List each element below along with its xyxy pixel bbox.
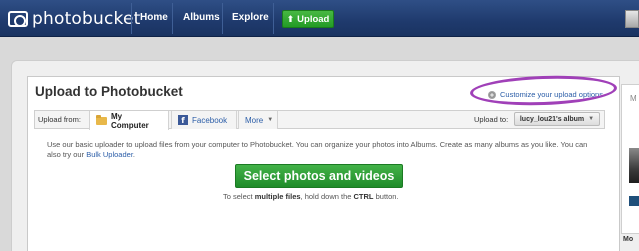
page-title: Upload to Photobucket — [35, 84, 183, 99]
upload-nav-label: Upload — [297, 13, 330, 25]
tab-more[interactable]: More ▼ — [238, 111, 278, 129]
bulk-uploader-link[interactable]: Bulk Uploader — [86, 150, 133, 159]
facebook-icon: f — [178, 115, 188, 125]
gear-icon — [488, 90, 496, 99]
tab-label: More — [245, 115, 264, 125]
tab-label: Facebook — [192, 115, 228, 125]
select-photos-button[interactable]: Select photos and videos — [235, 164, 403, 188]
logo-text: photobucket — [32, 9, 141, 29]
period: . — [132, 150, 135, 159]
sidebar-photo[interactable] — [629, 148, 639, 183]
sidebar-more-label: Mo — [623, 236, 634, 243]
nav-explore[interactable]: Explore — [232, 12, 269, 23]
uploader-description: Use our basic uploader to upload files f… — [47, 140, 597, 160]
upload-from-label: Upload from: — [38, 115, 81, 124]
hint-text: , hold down the — [300, 192, 352, 201]
nav-divider — [131, 3, 132, 34]
sidebar-heading: M — [630, 94, 637, 103]
nav-divider — [273, 3, 274, 34]
customize-upload-options-link[interactable]: Customize your upload options — [488, 90, 603, 99]
upload-to-label: Upload to: — [474, 115, 509, 124]
hint-text: button. — [375, 192, 399, 201]
hint-text: To select — [223, 192, 253, 201]
hint-emphasis: multiple files — [254, 192, 301, 201]
nav-divider — [172, 3, 173, 34]
hint-emphasis: CTRL — [353, 192, 374, 201]
chevron-down-icon: ▼ — [588, 116, 595, 122]
folder-icon — [96, 114, 107, 125]
nav-albums[interactable]: Albums — [183, 12, 220, 23]
sidebar-badge — [629, 196, 639, 206]
user-avatar[interactable] — [625, 10, 639, 28]
customize-link-label: Customize your upload options — [500, 90, 603, 99]
multi-select-hint: To select multiple files, hold down the … — [223, 192, 399, 201]
photobucket-logo[interactable]: photobucket — [8, 9, 141, 29]
tab-my-computer[interactable]: My Computer — [89, 111, 169, 130]
tab-label: My Computer — [110, 111, 149, 130]
album-select-value: lucy_lou21's album — [519, 115, 585, 123]
chevron-down-icon: ▼ — [267, 117, 274, 123]
upload-nav-button[interactable]: ⬆ Upload — [282, 10, 334, 28]
camera-icon — [8, 11, 28, 27]
album-select[interactable]: lucy_lou21's album ▼ — [514, 112, 600, 126]
upload-arrow-icon: ⬆ — [286, 13, 295, 24]
nav-home[interactable]: Home — [140, 12, 168, 23]
nav-divider — [222, 3, 223, 34]
tab-facebook[interactable]: f Facebook — [171, 111, 237, 129]
